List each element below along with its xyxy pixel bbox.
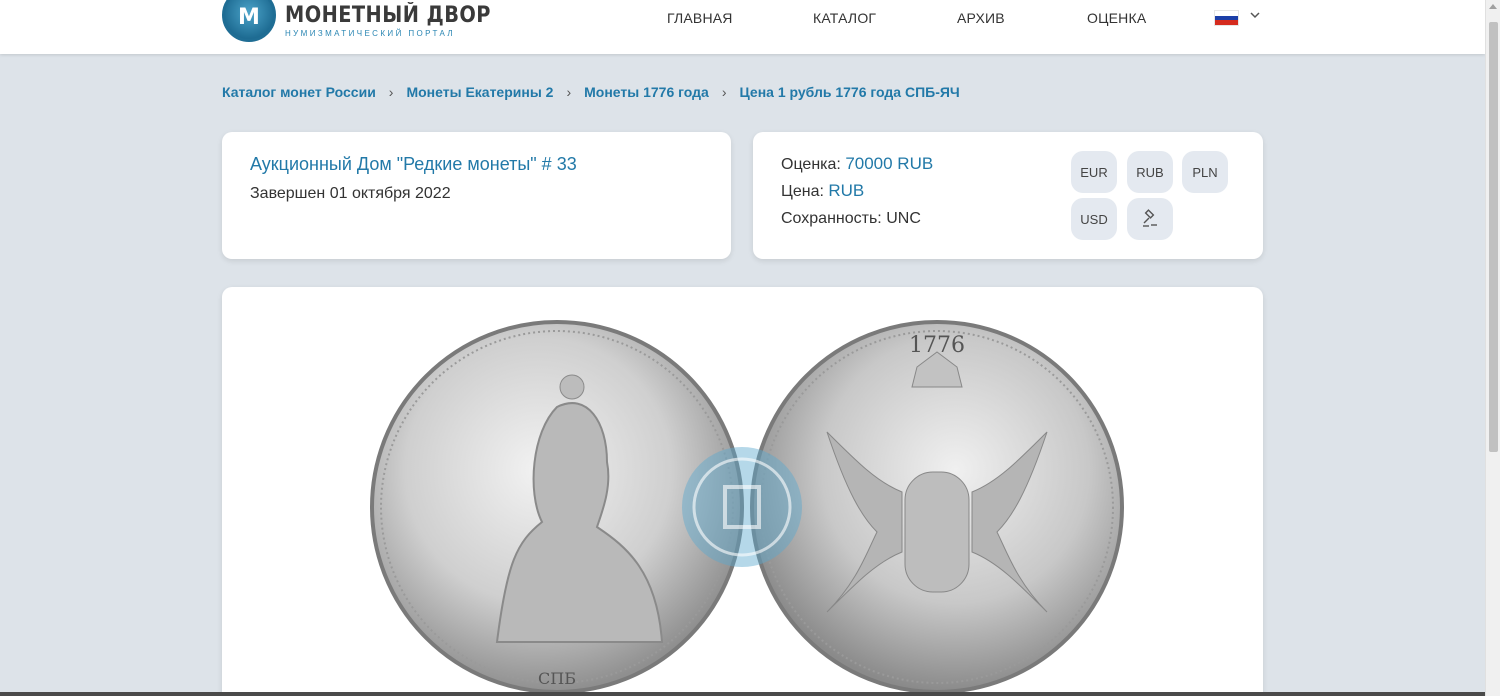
coin-image-card: СПБ 1776 (222, 287, 1263, 696)
price-row: Цена: RUB (781, 181, 864, 201)
auction-status: Завершен 01 октября 2022 (250, 185, 451, 202)
breadcrumb-separator-icon: › (721, 84, 727, 100)
logo-emblem-icon: M (222, 0, 276, 42)
currency-usd-button[interactable]: USD (1071, 198, 1117, 240)
scroll-up-arrow-icon[interactable] (1489, 4, 1497, 9)
breadcrumb-year-1776[interactable]: Монеты 1776 года (584, 84, 709, 100)
coin-mint-mark: СПБ (538, 669, 576, 688)
chevron-down-icon[interactable] (1249, 8, 1261, 24)
currency-rub-button[interactable]: RUB (1127, 151, 1173, 193)
breadcrumb-separator-icon: › (388, 84, 394, 100)
logo-title: МОНЕТНЫЙ ДВОР (285, 2, 491, 28)
nav-catalog[interactable]: КАТАЛОГ (813, 10, 876, 26)
condition-label: Сохранность: (781, 210, 882, 227)
nav-archive[interactable]: АРХИВ (957, 10, 1005, 26)
site-logo[interactable]: M МОНЕТНЫЙ ДВОР НУМИЗМАТИЧЕСКИЙ ПОРТАЛ (222, 0, 519, 42)
coin-year: 1776 (909, 333, 965, 358)
logo-subtitle: НУМИЗМАТИЧЕСКИЙ ПОРТАЛ (285, 28, 456, 38)
currency-eur-button[interactable]: EUR (1071, 151, 1117, 193)
condition-value: UNC (886, 210, 921, 227)
price-label: Цена: (781, 183, 824, 200)
estimate-value: 70000 RUB (845, 154, 934, 173)
breadcrumb-separator-icon: › (566, 84, 572, 100)
watermark-logo-icon (682, 447, 802, 567)
price-value: RUB (828, 181, 865, 200)
auction-title-link[interactable]: Аукционный Дом "Редкие монеты" # 33 (250, 154, 577, 175)
estimate-row: Оценка: 70000 RUB (781, 154, 933, 174)
breadcrumb-catalog-russia[interactable]: Каталог монет России (222, 84, 376, 100)
site-header: M МОНЕТНЫЙ ДВОР НУМИЗМАТИЧЕСКИЙ ПОРТАЛ Г… (0, 0, 1485, 54)
russia-flag-icon[interactable] (1214, 10, 1239, 26)
coin-reverse: 1776 (750, 320, 1124, 694)
estimate-label: Оценка: (781, 156, 841, 173)
taskbar-edge (0, 692, 1485, 696)
auction-card: Аукционный Дом "Редкие монеты" # 33 Заве… (222, 132, 731, 259)
nav-valuation[interactable]: ОЦЕНКА (1087, 10, 1146, 26)
breadcrumb: Каталог монет России › Монеты Екатерины … (222, 84, 960, 100)
price-card: Оценка: 70000 RUB Цена: RUB Сохранность:… (753, 132, 1263, 259)
scroll-thumb[interactable] (1489, 22, 1498, 452)
auction-gavel-button[interactable] (1127, 198, 1173, 240)
breadcrumb-current-coin[interactable]: Цена 1 рубль 1776 года СПБ-ЯЧ (740, 84, 960, 100)
breadcrumb-catherine[interactable]: Монеты Екатерины 2 (406, 84, 553, 100)
gavel-icon (1143, 209, 1157, 227)
scrollbar[interactable] (1485, 0, 1500, 696)
nav-home[interactable]: ГЛАВНАЯ (667, 10, 733, 26)
coin-photo[interactable]: СПБ 1776 (357, 312, 1127, 696)
condition-row: Сохранность: UNC (781, 210, 921, 228)
currency-pln-button[interactable]: PLN (1182, 151, 1228, 193)
